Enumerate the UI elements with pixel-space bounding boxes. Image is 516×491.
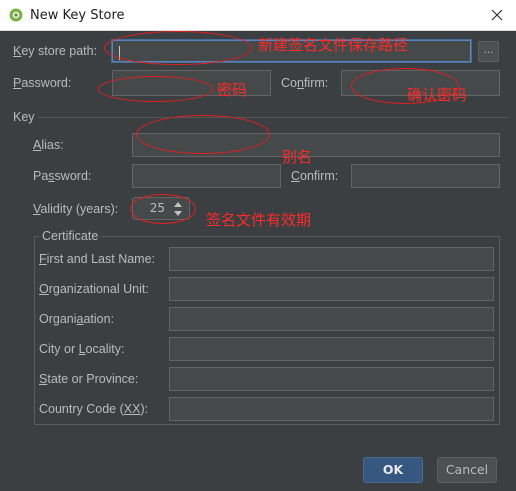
annotation-ellipse-validity	[130, 194, 196, 224]
annotation-path-note: 新建签名文件保存路径	[258, 36, 409, 54]
annotation-ellipse-alias	[136, 115, 270, 154]
first-last-name-label: First and Last Name:	[39, 252, 156, 266]
first-last-name-input[interactable]	[169, 247, 494, 271]
country-code-label: Country Code (XX):	[39, 402, 149, 416]
org-unit-label: Organizational Unit:	[39, 282, 149, 296]
annotation-validity-note: 签名文件有效期	[206, 211, 312, 229]
organization-input[interactable]	[169, 307, 494, 331]
key-confirm-field[interactable]	[352, 165, 499, 187]
city-input[interactable]	[169, 337, 494, 361]
key-password-label: Password:	[33, 169, 92, 183]
key-section-divider	[38, 117, 508, 118]
cancel-button[interactable]: Cancel	[437, 457, 497, 483]
city-field[interactable]	[170, 338, 493, 360]
annotation-confirm-note: 确认密码	[407, 86, 468, 104]
country-code-input[interactable]	[169, 397, 494, 421]
key-confirm-label: Confirm:	[291, 169, 339, 183]
browse-button[interactable]: ...	[478, 41, 499, 62]
annotation-ellipse-password	[98, 76, 213, 102]
org-unit-field[interactable]	[170, 278, 493, 300]
key-store-path-label: Key store path:	[13, 44, 98, 58]
store-confirm-label: Confirm:	[281, 76, 329, 90]
country-code-field[interactable]	[170, 398, 493, 420]
certificate-title: Certificate	[39, 229, 102, 243]
state-field[interactable]	[170, 368, 493, 390]
city-label: City or Locality:	[39, 342, 125, 356]
first-last-name-field[interactable]	[170, 248, 493, 270]
org-unit-input[interactable]	[169, 277, 494, 301]
store-password-label: Password:	[13, 76, 72, 90]
key-confirm-input[interactable]	[351, 164, 500, 188]
organization-field[interactable]	[170, 308, 493, 330]
title-bar: New Key Store	[0, 0, 516, 31]
key-password-field[interactable]	[133, 165, 280, 187]
alias-label: Alias:	[33, 138, 64, 152]
android-icon	[9, 8, 23, 22]
organization-label: Organiaation:	[39, 312, 115, 326]
close-icon[interactable]	[488, 6, 506, 24]
window-title: New Key Store	[30, 8, 125, 23]
annotation-ellipse-path	[104, 31, 252, 65]
annotation-alias-note: 别名	[282, 148, 313, 166]
ok-button[interactable]: OK	[363, 457, 423, 483]
key-password-input[interactable]	[132, 164, 281, 188]
annotation-password-note: 密码	[217, 81, 248, 99]
state-label: State or Province:	[39, 372, 139, 386]
state-input[interactable]	[169, 367, 494, 391]
key-section-title: Key	[13, 110, 35, 124]
validity-label: Validity (years):	[33, 202, 119, 216]
